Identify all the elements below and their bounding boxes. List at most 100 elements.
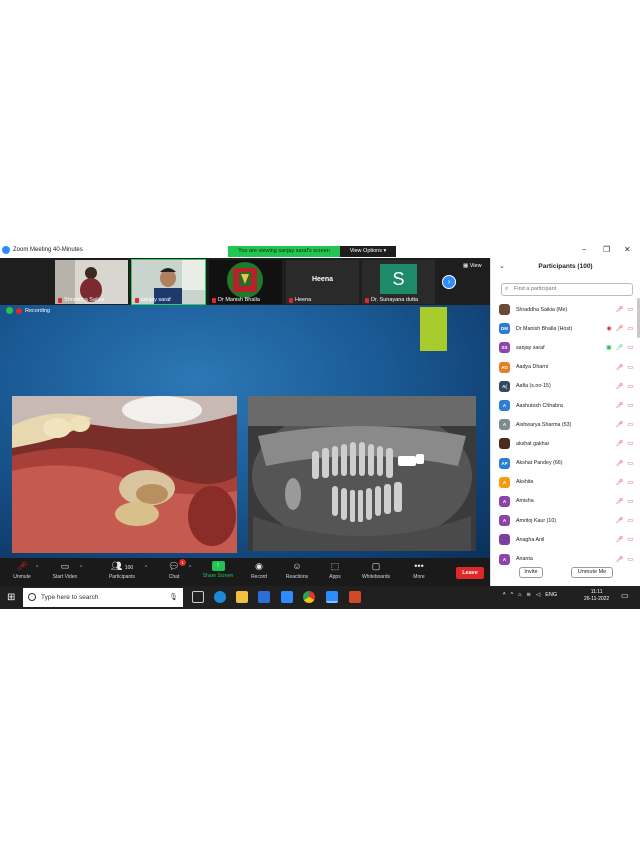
muted-mic-icon (58, 297, 62, 303)
participant-name: Shraddha Saikia (Me) (516, 306, 568, 313)
video-tile[interactable]: Heena Heena (286, 260, 359, 304)
invite-button[interactable]: Invite (519, 567, 543, 578)
avatar: DM (499, 323, 510, 335)
tile-name: Shraddha Saikia (58, 297, 104, 303)
avatar: A (499, 419, 510, 431)
participant-status: 🎤︎ ▭ (616, 383, 633, 390)
video-tile[interactable]: S Dr. Sunayana dutta (362, 260, 435, 304)
mic-on-icon: 🎤︎ (615, 345, 624, 352)
chrome-icon[interactable] (303, 591, 315, 603)
participants-panel: ⌄ Participants (100) ⌕ Find a participan… (490, 258, 640, 586)
unmute-me-button[interactable]: Unmute Me (571, 567, 613, 578)
zoom-logo-icon (2, 246, 10, 254)
task-view-icon[interactable] (192, 591, 204, 603)
powerpoint-icon[interactable] (349, 591, 361, 603)
video-tile-active[interactable]: sanjay saraf (131, 259, 206, 305)
participant-row[interactable]: AP Akshat Pandey (66) 🎤︎ ▭ (499, 454, 633, 473)
apps-button[interactable]: ⬚ Apps (313, 561, 357, 580)
clock[interactable]: 11:11 26-11-2022 (584, 589, 609, 603)
participant-row[interactable]: akshat gakhar 🎤︎ ▭ (499, 434, 633, 453)
restore-button[interactable]: ❐ (603, 245, 610, 254)
recording-label: Recording (25, 307, 51, 314)
muted-mic-icon: 🎤︎ (615, 307, 624, 314)
participant-name: Ananta (516, 556, 533, 563)
avatar: AD (499, 361, 510, 373)
language-indicator[interactable]: ENG (545, 592, 557, 598)
notifications-icon[interactable]: ▭ (621, 591, 629, 600)
intraoral-photo (12, 396, 237, 553)
view-options-button[interactable]: View Options ▾ (340, 246, 396, 257)
minimize-button[interactable]: − (582, 245, 587, 254)
muted-mic-icon: 🎤︎ (615, 441, 624, 448)
participant-row[interactable]: A Aishwarya Sharma (53) 🎤︎ ▭ (499, 415, 633, 434)
participant-name: sanjay saraf (516, 344, 545, 351)
screen-share-icon: ▣ (606, 345, 612, 352)
muted-mic-icon (212, 297, 216, 303)
title-bar: Zoom Meeting 40-Minutes You are viewing … (0, 243, 640, 258)
taskbar-search-box[interactable]: Type here to search 🎙︎ (23, 588, 183, 607)
participant-row[interactable]: Anagha Anil 🎤︎ ▭ (499, 530, 633, 549)
mail-icon[interactable] (281, 591, 293, 603)
edge-browser-icon[interactable] (214, 591, 226, 603)
muted-mic-icon: 🎤︎ (615, 460, 624, 467)
participant-row[interactable]: A Akshita 🎤︎ ▭ (499, 473, 633, 492)
participants-button[interactable]: 👥︎ 100 Participants (100, 561, 144, 580)
share-screen-icon: ↑ (211, 561, 225, 571)
people-icon[interactable]: ᴬ (503, 592, 506, 598)
video-off-icon: ▭ (627, 364, 633, 371)
windows-start-icon[interactable]: ⊞ (7, 592, 15, 603)
viewing-banner: You are viewing sanjay saraf's screen (228, 246, 340, 257)
video-off-icon: ▭ (627, 479, 633, 486)
video-options-caret[interactable]: ^ (80, 565, 82, 571)
video-off-icon: ▭ (627, 383, 633, 390)
avatar: A (499, 553, 510, 565)
participant-row[interactable]: SS sanjay saraf ▣ 🎤︎ ▭ (499, 338, 633, 357)
close-button[interactable]: ✕ (624, 245, 631, 254)
leave-button[interactable]: Leave (456, 567, 484, 579)
next-page-button[interactable]: › (442, 275, 456, 289)
video-tile[interactable]: Dr Manish Bhalla (209, 260, 282, 304)
muted-mic-icon: 🎤︎ (615, 364, 624, 371)
recording-indicator: Recording (6, 307, 50, 314)
participant-row[interactable]: A Ananta 🎤︎ ▭ (499, 549, 633, 568)
volume-icon[interactable]: ◁ (536, 592, 540, 598)
video-off-icon: ▭ (627, 403, 633, 410)
avatar: A (499, 476, 510, 488)
participant-row[interactable]: Shraddha Saikia (Me) 🎤︎ ▭ (499, 300, 633, 319)
chevron-up-icon[interactable]: ^ (511, 592, 514, 598)
video-off-icon: ▭ (627, 460, 633, 467)
participant-row[interactable]: DM Dr Manish Bhalla (Host) ◉ 🎤︎ ▭ (499, 319, 633, 338)
zoom-taskbar-icon[interactable] (326, 591, 338, 603)
participant-row[interactable]: A Amritoj Kaur (10) 🎤︎ ▭ (499, 511, 633, 530)
find-participant-input[interactable]: ⌕ Find a participant (501, 283, 633, 296)
chat-caret[interactable]: ^ (189, 565, 191, 571)
muted-mic-icon: 🎤︎ (615, 403, 624, 410)
network-icon[interactable]: ⌂ (518, 592, 521, 598)
windows-taskbar: ⊞ Type here to search 🎙︎ ᴬ ^ ⌂ ≋ ◁ ENG 1… (0, 586, 640, 609)
store-icon[interactable] (258, 591, 270, 603)
avatar: AP (499, 457, 510, 469)
meeting-toolbar: 🎤︎ Unmute ^ ▭ Start Video ^ 👥︎ 100 Particip… (0, 558, 490, 586)
wifi-icon[interactable]: ≋ (526, 592, 531, 598)
more-button[interactable]: ••• More (397, 561, 441, 580)
window-title: Zoom Meeting 40-Minutes (13, 247, 83, 253)
participant-row[interactable]: AD Aadya Dharni 🎤︎ ▭ (499, 358, 633, 377)
recording-dot-icon (16, 307, 22, 314)
participant-status: 🎤︎ ▭ (616, 479, 633, 486)
video-off-icon: ▭ (627, 422, 633, 429)
participant-list: Shraddha Saikia (Me) 🎤︎ ▭ DM Dr Manish Bhall… (499, 300, 633, 569)
participant-status: 🎤︎ ▭ (616, 364, 633, 371)
whiteboards-button[interactable]: ▢ Whiteboards (354, 561, 398, 580)
participant-row[interactable]: A Amisha 🎤︎ ▭ (499, 492, 633, 511)
participant-name: Aashutosh Chhabra (516, 402, 563, 409)
view-button[interactable]: ▦ View (463, 263, 482, 269)
participant-row[interactable]: A(Aafia (s.no-15) 🎤︎ ▭ (499, 377, 633, 396)
share-screen-button[interactable]: ↑ Share Screen (196, 561, 240, 579)
video-off-icon: ▭ (627, 537, 633, 544)
file-explorer-icon[interactable] (236, 591, 248, 603)
audio-options-caret[interactable]: ^ (36, 565, 38, 571)
shared-screen: Recording (0, 305, 490, 558)
participant-row[interactable]: A Aashutosh Chhabra 🎤︎ ▭ (499, 396, 633, 415)
video-tile[interactable]: Shraddha Saikia (55, 260, 128, 304)
participants-caret[interactable]: ^ (145, 565, 147, 571)
